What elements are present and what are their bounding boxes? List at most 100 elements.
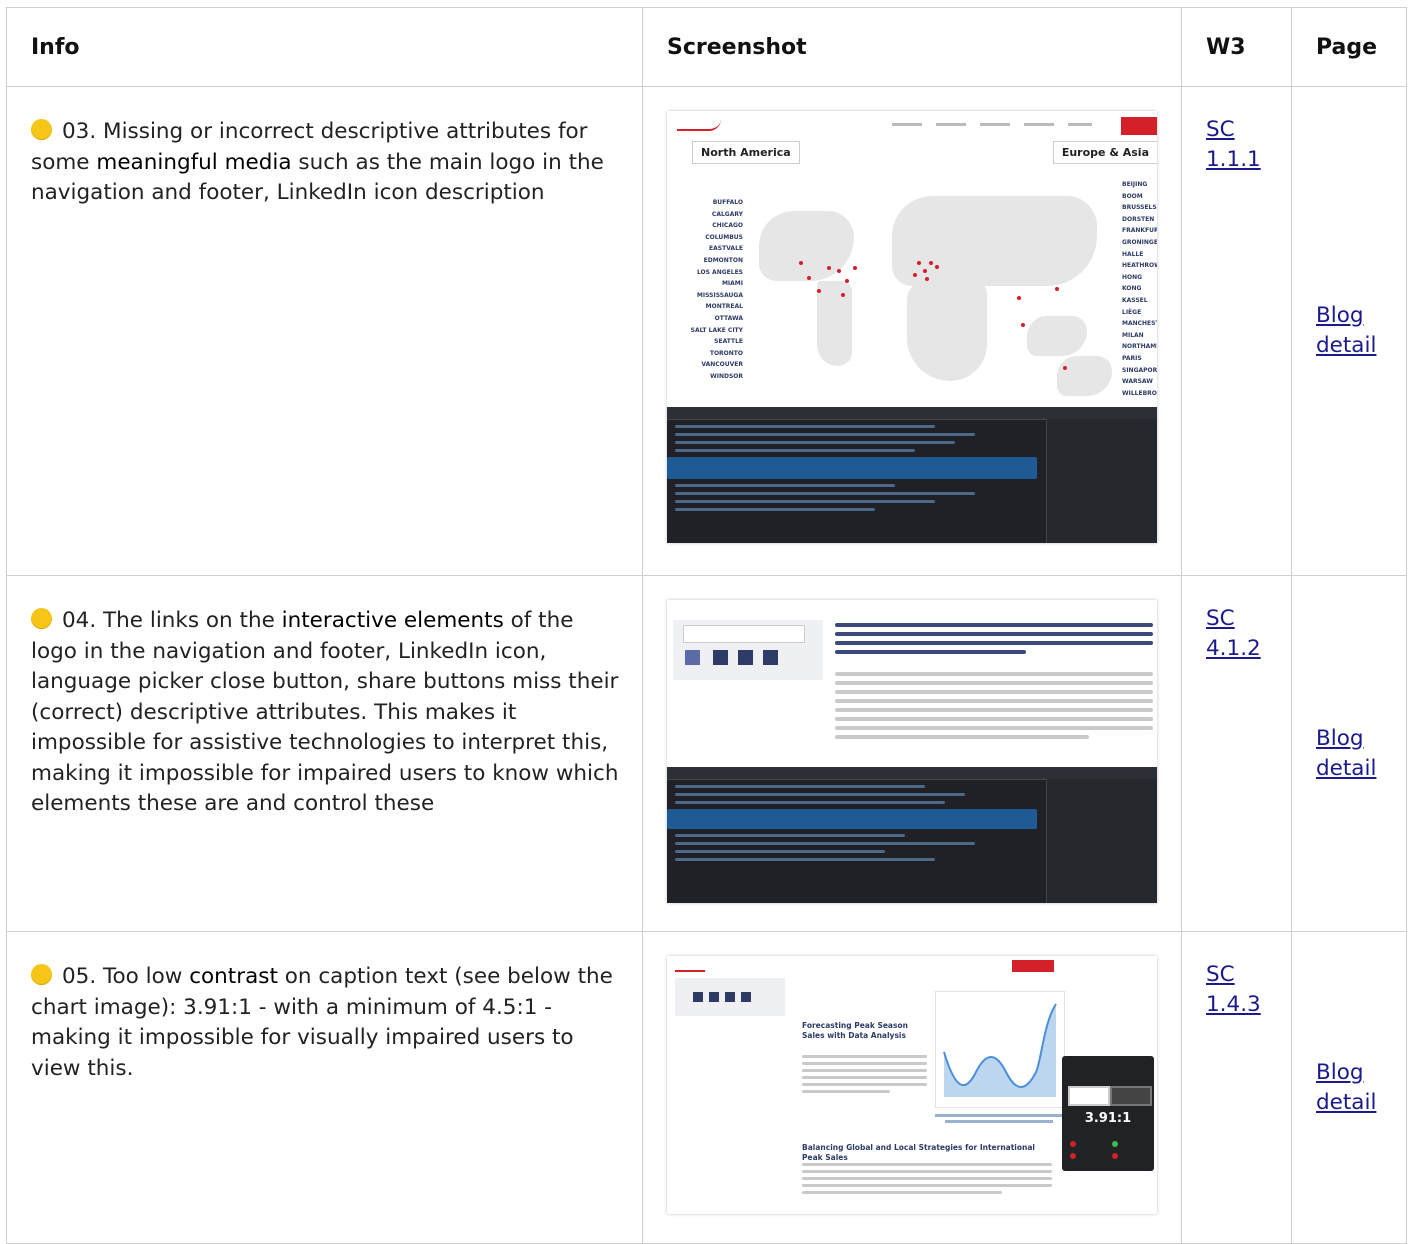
nav-links bbox=[892, 123, 1092, 126]
city-label[interactable]: HONG KONG bbox=[1122, 272, 1157, 295]
sc-label: SC bbox=[1206, 962, 1235, 987]
city-label[interactable]: CALGARY bbox=[667, 209, 743, 221]
logo-icon bbox=[677, 119, 721, 131]
city-label[interactable]: COLUMBUS bbox=[667, 232, 743, 244]
header-screenshot: Screenshot bbox=[642, 7, 1182, 87]
header-row: Info Screenshot W3 Page bbox=[6, 7, 1407, 87]
issues-table: Info Screenshot W3 Page 03. Missing or i… bbox=[6, 7, 1407, 1244]
sc-link[interactable]: SC 4.1.2 bbox=[1206, 606, 1261, 661]
city-label[interactable]: SINGAPORE bbox=[1122, 365, 1157, 377]
city-label[interactable]: OTTAWA bbox=[667, 313, 743, 325]
contrast-ratio: 3.91:1 bbox=[1084, 1111, 1132, 1126]
page-link-line1: Blog bbox=[1316, 1059, 1364, 1085]
city-label[interactable]: WARSAW bbox=[1122, 376, 1157, 388]
page-link-line2: detail bbox=[1316, 1089, 1377, 1115]
whatsapp-share-icon[interactable] bbox=[713, 650, 728, 665]
issue-text-post: of the logo in the navigation and footer… bbox=[31, 608, 619, 816]
devtools-panel bbox=[667, 767, 1157, 903]
email-share-icon[interactable] bbox=[685, 650, 700, 665]
city-label[interactable]: GRONINGEN bbox=[1122, 237, 1157, 249]
page-cell: Blog detail bbox=[1291, 931, 1407, 1244]
city-label[interactable]: TORONTO bbox=[667, 348, 743, 360]
page-cell: Blog detail bbox=[1291, 86, 1407, 576]
issue-text-pre: 04. The links on the bbox=[62, 608, 282, 633]
tab-north-america[interactable]: North America bbox=[692, 141, 800, 164]
right-city-list: BEIJINGBOOMBRUSSELSDORSTENFRANKFURTGRONI… bbox=[1122, 179, 1157, 399]
city-label[interactable]: NORTHAMP bbox=[1122, 341, 1157, 353]
devtools-panel bbox=[667, 407, 1157, 543]
linkedin-share-icon[interactable] bbox=[738, 650, 753, 665]
page-link-line1: Blog bbox=[1316, 725, 1364, 751]
share-box bbox=[673, 620, 823, 680]
city-label[interactable]: VANCOUVER bbox=[667, 359, 743, 371]
city-label[interactable]: LIÈGE bbox=[1122, 307, 1157, 319]
sc-number: 4.1.2 bbox=[1206, 636, 1261, 661]
city-label[interactable]: HEATHROW bbox=[1122, 260, 1157, 272]
city-label[interactable]: MANCHESTER bbox=[1122, 318, 1157, 330]
page-cell: Blog detail bbox=[1291, 575, 1407, 932]
city-label[interactable]: MIAMI bbox=[667, 278, 743, 290]
article-body bbox=[835, 618, 1153, 744]
screenshot-cell: North America Europe & Asia BUFFALO CALGA… bbox=[642, 86, 1182, 576]
city-label[interactable]: KASSEL bbox=[1122, 295, 1157, 307]
city-label[interactable]: EASTVALE bbox=[667, 243, 743, 255]
tab-europe-asia[interactable]: Europe & Asia bbox=[1052, 141, 1157, 164]
sc-label: SC bbox=[1206, 606, 1235, 631]
business-inquiry-button[interactable] bbox=[1121, 117, 1157, 135]
header-w3: W3 bbox=[1181, 7, 1292, 87]
page-link[interactable]: Blog detail bbox=[1316, 726, 1376, 781]
status-dot-icon bbox=[31, 608, 52, 629]
city-label[interactable]: EDMONTON bbox=[667, 255, 743, 267]
w3-cell: SC 4.1.2 bbox=[1181, 575, 1292, 932]
sc-link[interactable]: SC 1.4.3 bbox=[1206, 962, 1261, 1017]
w3-cell: SC 1.4.3 bbox=[1181, 931, 1292, 1244]
issue-highlight: meaningful media bbox=[96, 149, 292, 175]
city-label[interactable]: SEATTLE bbox=[667, 336, 743, 348]
city-label[interactable]: DORSTEN bbox=[1122, 214, 1157, 226]
table-row: 04. The links on the interactive element… bbox=[6, 575, 1407, 932]
city-label[interactable]: BOOM bbox=[1122, 191, 1157, 203]
sc-number: 1.4.3 bbox=[1206, 992, 1261, 1017]
logo-icon bbox=[675, 962, 705, 972]
status-dot-icon bbox=[31, 119, 52, 140]
city-label[interactable]: MILAN bbox=[1122, 330, 1157, 342]
article-heading: Forecasting Peak Season Sales with Data … bbox=[802, 1021, 908, 1040]
city-label[interactable]: WILLEBROE bbox=[1122, 388, 1157, 400]
chart-caption bbox=[935, 1111, 1063, 1126]
city-label[interactable]: MISSISSAUGA bbox=[667, 290, 743, 302]
issue-highlight: interactive elements bbox=[281, 608, 504, 633]
city-label[interactable]: MONTREAL bbox=[667, 301, 743, 313]
left-city-list: BUFFALO CALGARY CHICAGO COLUMBUS EASTVALE EDM… bbox=[667, 197, 743, 383]
twitter-share-icon[interactable] bbox=[763, 650, 778, 665]
city-label[interactable]: HALLE bbox=[1122, 249, 1157, 261]
table-row: 05. Too low contrast on caption text (se… bbox=[6, 931, 1407, 1244]
info-cell: 05. Too low contrast on caption text (se… bbox=[6, 931, 643, 1244]
city-label[interactable]: FRANKFURT bbox=[1122, 225, 1157, 237]
status-dot-icon bbox=[31, 964, 52, 985]
page-link-line1: Blog bbox=[1316, 303, 1364, 328]
city-label[interactable]: WINDSOR bbox=[667, 371, 743, 383]
issue-text-pre: 05. Too low bbox=[62, 964, 190, 989]
city-label[interactable]: SALT LAKE CITY bbox=[667, 325, 743, 337]
site-nav bbox=[667, 111, 1157, 141]
sc-link[interactable]: SC 1.1.1 bbox=[1206, 117, 1261, 172]
page-link[interactable]: Blog detail bbox=[1316, 1060, 1376, 1115]
issue-highlight: contrast bbox=[189, 964, 278, 989]
w3-cell: SC 1.1.1 bbox=[1181, 86, 1292, 576]
city-label[interactable]: CHICAGO bbox=[667, 220, 743, 232]
share-strip bbox=[675, 978, 785, 1016]
screenshot-cell bbox=[642, 575, 1182, 932]
city-label[interactable]: BEIJING bbox=[1122, 179, 1157, 191]
screenshot-thumbnail: Forecasting Peak Season Sales with Data … bbox=[667, 956, 1157, 1214]
info-cell: 04. The links on the interactive element… bbox=[6, 575, 643, 932]
city-label[interactable]: LOS ANGELES bbox=[667, 267, 743, 279]
city-label[interactable]: BRUSSELS bbox=[1122, 202, 1157, 214]
sc-number: 1.1.1 bbox=[1206, 147, 1261, 172]
chart-image bbox=[935, 991, 1065, 1108]
page-link[interactable]: Blog detail bbox=[1316, 303, 1376, 358]
city-label[interactable]: PARIS bbox=[1122, 353, 1157, 365]
info-cell: 03. Missing or incorrect descriptive att… bbox=[6, 86, 643, 576]
sc-label: SC bbox=[1206, 117, 1235, 142]
city-label[interactable]: BUFFALO bbox=[667, 197, 743, 209]
business-inquiry-button[interactable] bbox=[1012, 960, 1054, 972]
